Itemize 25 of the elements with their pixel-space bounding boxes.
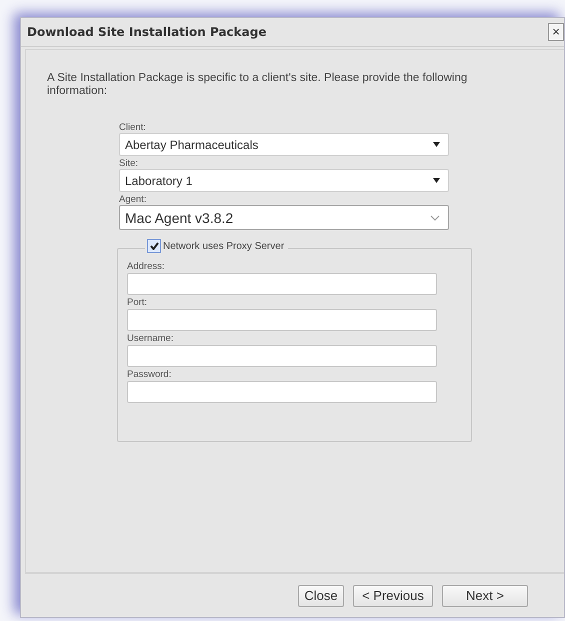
input-field[interactable]: [127, 381, 437, 403]
next-button[interactable]: Next >: [442, 584, 528, 606]
field-label: Address:: [127, 261, 166, 272]
checkbox-label: Network uses Proxy Server: [163, 240, 284, 252]
previous-button[interactable]: < Previous: [353, 584, 433, 606]
field-label: Username:: [127, 333, 174, 344]
field-label: Password:: [127, 369, 172, 380]
window-title: Download Site Installation Package: [27, 25, 266, 39]
dropdown[interactable]: Laboratory 1: [119, 169, 449, 192]
close-button[interactable]: ×: [548, 23, 564, 41]
input-field[interactable]: [127, 345, 437, 367]
proxy-checkbox[interactable]: [147, 239, 161, 253]
field-label: Agent:: [119, 194, 148, 205]
field-label: Site:: [119, 158, 140, 169]
input-field[interactable]: [127, 309, 437, 331]
dropdown[interactable]: Mac Agent v3.8.2: [119, 205, 449, 230]
close-button[interactable]: Close: [298, 584, 344, 606]
input-field[interactable]: [127, 273, 437, 295]
caret-icon: [433, 142, 440, 147]
dropdown[interactable]: Abertay Pharmaceuticals: [119, 133, 449, 156]
chevron-icon: [430, 214, 440, 220]
intro-text: A Site Installation Package is specific to a client's site. Please provide the following information:: [47, 72, 468, 98]
field-label: Port:: [127, 297, 148, 308]
field-label: Client:: [119, 122, 147, 133]
caret-icon: [433, 178, 440, 183]
